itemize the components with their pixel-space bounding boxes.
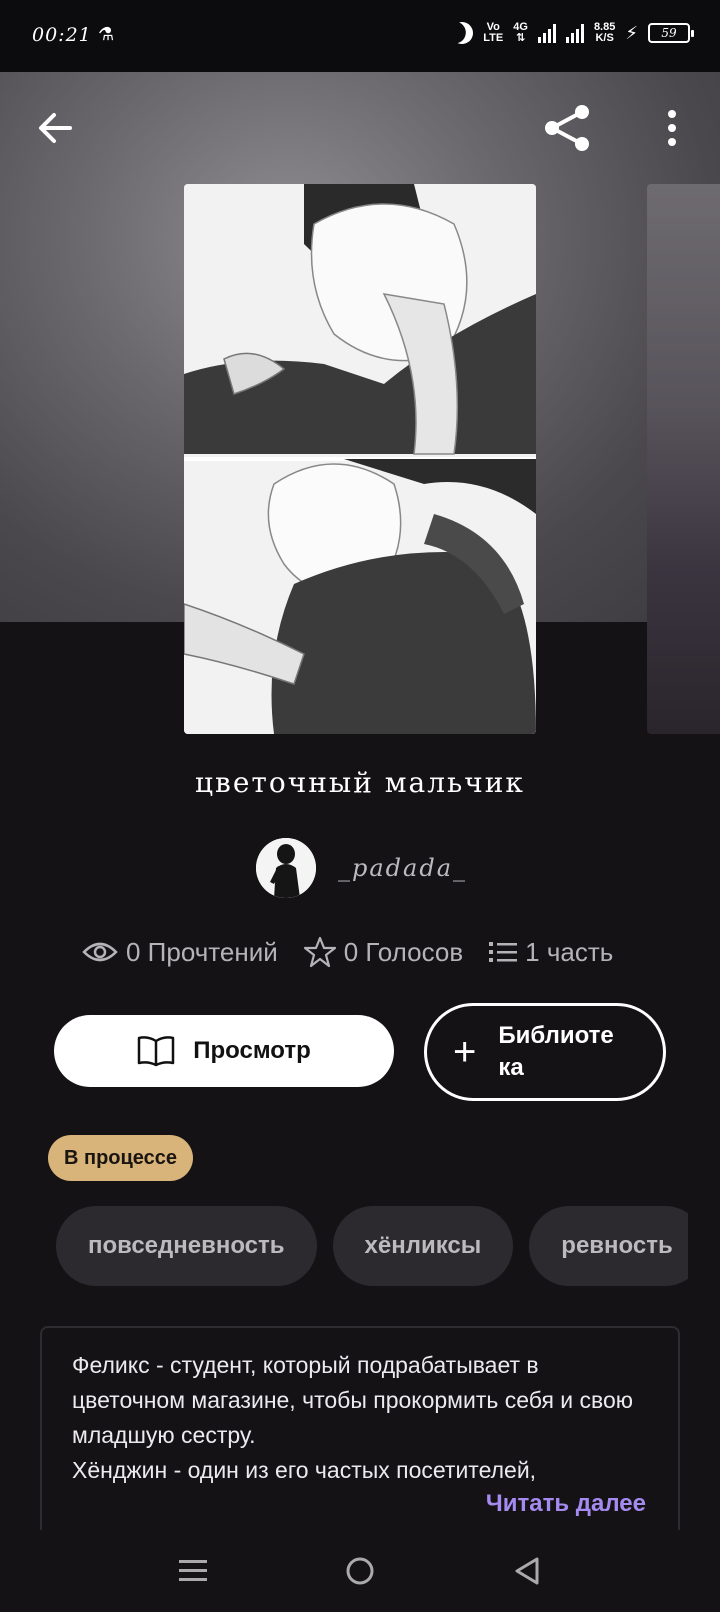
completion-status-badge: В процессе xyxy=(48,1135,194,1181)
next-cover-preview[interactable] xyxy=(647,184,720,734)
read-button-label: Просмотр xyxy=(193,1037,311,1064)
list-icon xyxy=(489,942,518,962)
menu-icon xyxy=(179,1560,208,1581)
status-time: 00:21 xyxy=(32,24,92,46)
net-type: 4G ⇅ xyxy=(513,21,528,44)
add-to-library-button[interactable]: + Библиоте ка xyxy=(424,1003,666,1101)
tag-chip[interactable]: хёнликсы xyxy=(332,1206,514,1286)
story-stats: 0 Прочтений 0 Голосов 1 часть xyxy=(82,936,613,968)
tag-chip[interactable]: повседневность xyxy=(56,1206,317,1286)
battery-level: 59 xyxy=(661,26,677,40)
story-title: цветочный мальчик xyxy=(195,766,525,799)
tag-chip[interactable]: ревность xyxy=(529,1206,688,1286)
arrow-left-icon xyxy=(39,113,72,143)
recent-apps-button[interactable] xyxy=(163,1541,223,1601)
cover-illustration xyxy=(184,184,536,734)
status-icons: Vo LTE 4G ⇅ 8.85 K/S ⚡ 59 xyxy=(451,21,694,44)
do-not-disturb-moon-icon xyxy=(447,18,477,48)
home-button[interactable] xyxy=(330,1541,390,1601)
plus-icon: + xyxy=(453,1030,477,1074)
more-options-button[interactable] xyxy=(656,106,688,150)
parts-count: 1 часть xyxy=(525,936,614,967)
library-label-line2: ка xyxy=(498,1054,524,1081)
back-triangle-icon xyxy=(515,1557,539,1585)
status-bar: 00:21 ⚗ Vo LTE 4G ⇅ 8.85 K/S ⚡ 59 xyxy=(0,0,720,72)
author-avatar[interactable] xyxy=(256,838,316,898)
system-back-button[interactable] xyxy=(497,1541,557,1601)
read-more-link[interactable]: Читать далее xyxy=(486,1490,646,1518)
system-navigation-bar xyxy=(0,1530,720,1612)
volte-bottom: LTE xyxy=(483,32,504,44)
back-button[interactable] xyxy=(34,106,78,150)
share-icon xyxy=(545,105,589,151)
reads-count: 0 Прочтений xyxy=(126,936,278,967)
speed-unit: K/S xyxy=(595,32,614,44)
library-label-line1: Библиоте xyxy=(498,1022,614,1049)
star-icon xyxy=(303,936,336,968)
avatar-silhouette-icon xyxy=(256,838,316,898)
lab-flask-icon: ⚗ xyxy=(98,24,115,44)
signal-2-icon xyxy=(565,23,584,43)
more-vertical-icon xyxy=(668,110,676,146)
top-nav xyxy=(0,72,720,182)
votes-count: 0 Голосов xyxy=(343,936,464,967)
description-text: Феликс - студент, который подрабатывает … xyxy=(72,1352,634,1483)
author-row[interactable]: _padada_ xyxy=(256,838,467,898)
reads-stat: 0 Прочтений xyxy=(82,937,278,968)
read-button[interactable]: Просмотр xyxy=(54,1015,394,1087)
author-name[interactable]: _padada_ xyxy=(338,854,467,882)
volte-indicator: Vo LTE xyxy=(483,22,503,44)
charging-icon: ⚡ xyxy=(625,22,638,43)
battery-icon: 59 xyxy=(648,23,694,43)
library-button-label: Библиоте ка xyxy=(498,1020,613,1084)
share-button[interactable] xyxy=(542,102,594,154)
tags-row[interactable]: повседневность хёнликсы ревность xyxy=(56,1206,688,1286)
votes-stat: 0 Голосов xyxy=(303,936,464,968)
signal-icon xyxy=(537,23,556,43)
network-speed: 8.85 K/S xyxy=(594,22,615,44)
eye-icon xyxy=(82,942,118,962)
story-cover-image[interactable] xyxy=(184,184,536,734)
open-book-icon xyxy=(137,1036,175,1067)
parts-stat: 1 часть xyxy=(489,937,613,968)
home-circle-icon xyxy=(346,1557,374,1585)
